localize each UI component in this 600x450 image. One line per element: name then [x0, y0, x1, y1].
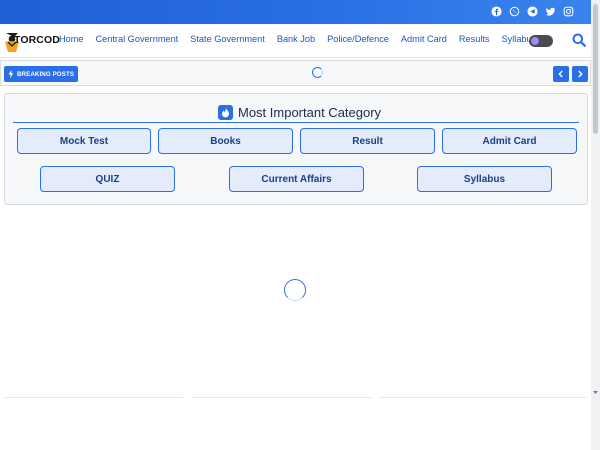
content-divider [379, 397, 586, 398]
nav-results[interactable]: Results [459, 34, 490, 44]
category-divider [13, 122, 579, 123]
category-label: Books [210, 135, 241, 147]
chevron-right-icon [578, 70, 583, 78]
category-syllabus[interactable]: Syllabus [417, 166, 552, 192]
nav-central-government[interactable]: Central Government [96, 34, 179, 44]
category-result[interactable]: Result [300, 128, 435, 154]
category-label: Mock Test [59, 135, 109, 147]
telegram-icon[interactable] [526, 5, 539, 18]
top-bar [0, 0, 591, 24]
category-label: Syllabus [463, 173, 506, 185]
category-label: Admit Card [482, 135, 537, 147]
ticker-prev-button[interactable] [553, 66, 569, 82]
category-mock-test[interactable]: Mock Test [17, 128, 151, 154]
twitter-icon[interactable] [544, 5, 557, 18]
scrollbar-thumb[interactable] [593, 4, 598, 134]
breaking-posts-button[interactable]: BREAKING POSTS [4, 66, 78, 82]
category-label: QUIZ [95, 173, 120, 185]
category-current-affairs[interactable]: Current Affairs [229, 166, 364, 192]
content-divider [5, 397, 183, 398]
nav-state-government[interactable]: State Government [190, 34, 265, 44]
social-icons [490, 5, 575, 18]
category-label: Result [352, 135, 383, 147]
logo-text[interactable]: TORCOD [14, 34, 60, 46]
nav-bank-job[interactable]: Bank Job [277, 34, 315, 44]
nav-home[interactable]: Home [59, 34, 84, 44]
loading-spinner-icon [312, 67, 323, 78]
breaking-posts-bar: BREAKING POSTS [0, 60, 591, 86]
breaking-posts-label: BREAKING POSTS [16, 70, 75, 78]
category-quiz[interactable]: QUIZ [40, 166, 175, 192]
ticker-next-button[interactable] [572, 66, 588, 82]
scroll-down-arrow-icon[interactable] [592, 389, 599, 396]
chevron-left-icon [558, 70, 563, 78]
content-loading-spinner-icon [284, 279, 306, 301]
category-label: Current Affairs [261, 173, 332, 185]
fire-icon [218, 104, 233, 120]
nav-admit-card[interactable]: Admit Card [401, 34, 447, 44]
nav-police-defence[interactable]: Police/Defence [327, 34, 389, 44]
search-icon[interactable] [572, 33, 586, 47]
facebook-icon[interactable] [490, 5, 503, 18]
bolt-icon [8, 70, 14, 78]
whatsapp-icon[interactable] [508, 5, 521, 18]
nav-links: Home Central Government State Government… [59, 34, 536, 44]
dark-mode-toggle[interactable] [529, 35, 553, 47]
toggle-knob [531, 37, 539, 45]
main-navbar: TORCOD Home Central Government State Gov… [0, 24, 591, 58]
category-title: Most Important Category [238, 104, 382, 120]
category-admit-card[interactable]: Admit Card [442, 128, 577, 154]
category-panel: Most Important Category Mock Test Books … [4, 93, 588, 205]
content-divider [192, 397, 371, 398]
instagram-icon[interactable] [562, 5, 575, 18]
category-heading: Most Important Category [218, 103, 381, 121]
category-books[interactable]: Books [158, 128, 293, 154]
